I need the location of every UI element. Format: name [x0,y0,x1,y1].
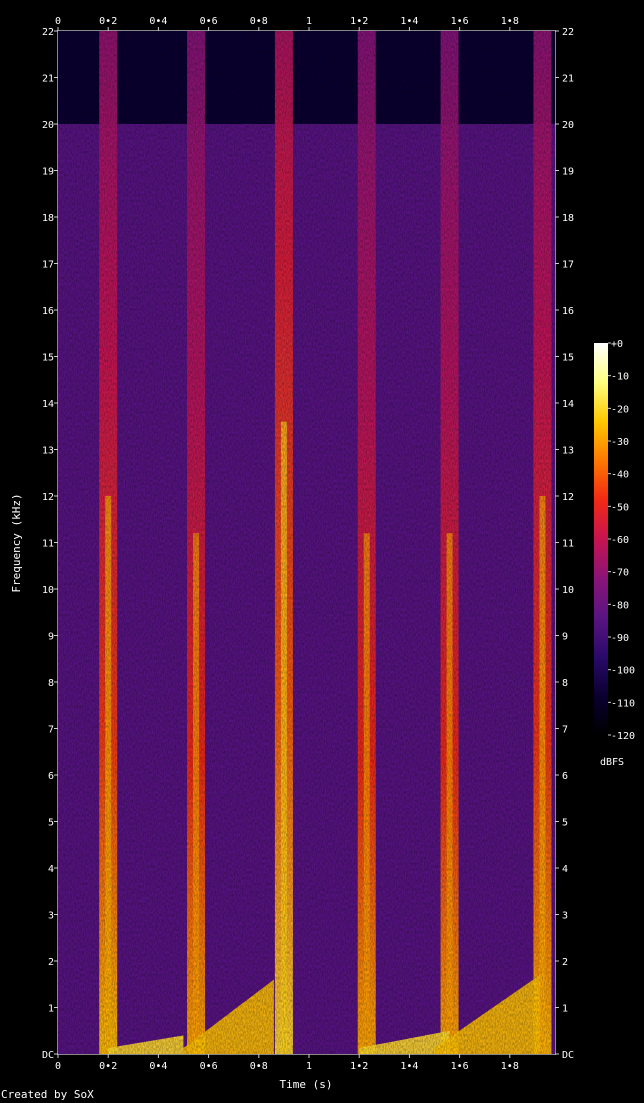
colorbar-tick-label: -60 [611,535,629,546]
x-tick-label: 0 [55,1061,61,1072]
x-tick-label: 0•2 [99,16,117,27]
y-tick-label: 2 [48,957,54,968]
y-tick-label: 17 [562,260,574,271]
y-tick-label: 10 [42,585,54,596]
y-tick-label: 13 [562,446,574,457]
y-tick-label: 22 [42,27,54,38]
y-tick-label: 21 [562,74,574,85]
y-tick-label: 16 [562,306,574,317]
y-tick-label: 12 [562,492,574,503]
y-tick-label: 10 [562,585,574,596]
x-tick-label: 1 [306,16,312,27]
x-tick-label: 0 [55,16,61,27]
colorbar-tick-label: -120 [611,731,635,742]
x-tick-label: 0•2 [99,1061,117,1072]
colorbar-tick-label: -70 [611,568,629,579]
x-tick-label: 1 [306,1061,312,1072]
x-tick-label: 0•4 [149,1061,167,1072]
colorbar-ticks: +0 -10 -20 -30 -40 -50 -60 -70 -80 -90 -100 -110 -12… [608,339,635,742]
colorbar-tick-label: -20 [611,404,629,415]
y-tick-label: 15 [42,353,54,364]
y-tick-label: 11 [42,539,54,550]
y-tick-label: 5 [48,818,54,829]
x-tick-label: 0•8 [250,1061,268,1072]
y-tick-label: 12 [42,492,54,503]
x-tick-label: 1•2 [350,1061,368,1072]
y-tick-label: 21 [42,74,54,85]
y-axis-title: Frequency (kHz) [10,493,23,592]
noise-texture [58,31,555,1054]
y-tick-label: 16 [42,306,54,317]
colorbar-tick-label: +0 [611,339,623,350]
y-tick-label: 17 [42,260,54,271]
x-tick-label: 0•6 [200,16,218,27]
y-tick-label: 18 [562,213,574,224]
y-tick-label: 4 [562,864,568,875]
y-tick-label: 14 [562,399,574,410]
x-tick-label: 1•8 [501,16,519,27]
colorbar-tick-label: -100 [611,666,635,677]
y-tick-label: 11 [562,539,574,550]
x-tick-label: 0•8 [250,16,268,27]
x-tick-label: 1•2 [350,16,368,27]
colorbar [594,343,608,735]
x-tick-label: 1•8 [501,1061,519,1072]
y-tick-label: 20 [562,120,574,131]
y-tick-label: 19 [42,167,54,178]
y-tick-label: 5 [562,818,568,829]
colorbar-tick-label: -50 [611,502,629,513]
y-tick-label: 18 [42,213,54,224]
spectrogram-chart: 000•20•20•40•40•60•60•80•8111•21•21•41•4… [10,16,635,1091]
colorbar-label: dBFS [600,757,624,768]
colorbar-tick-label: -110 [611,698,635,709]
x-tick-label: 0•4 [149,16,167,27]
y-tick-label: 19 [562,167,574,178]
colorbar-tick-label: -40 [611,470,629,481]
y-tick-label: 1 [562,1004,568,1015]
y-tick-label: 1 [48,1004,54,1015]
x-tick-label: 1•4 [400,1061,418,1072]
x-tick-label: 1•4 [400,16,418,27]
y-tick-label: 9 [562,632,568,643]
y-tick-label: 6 [48,771,54,782]
y-tick-label: 6 [562,771,568,782]
y-tick-label: 15 [562,353,574,364]
y-tick-label: 9 [48,632,54,643]
colorbar-tick-label: -80 [611,600,629,611]
x-tick-label: 1•6 [451,16,469,27]
y-tick-label: 13 [42,446,54,457]
y-tick-label: 8 [48,678,54,689]
y-tick-label: 7 [48,725,54,736]
y-tick-label: 3 [48,911,54,922]
colorbar-tick-label: -30 [611,437,629,448]
x-tick-label: 0•6 [200,1061,218,1072]
y-tick-label: 8 [562,678,568,689]
colorbar-tick-label: -90 [611,633,629,644]
x-axis-title: Time (s) [280,1078,333,1091]
y-tick-label: 4 [48,864,54,875]
y-tick-label: 7 [562,725,568,736]
x-tick-label: 1•6 [451,1061,469,1072]
y-tick-label: DC [562,1050,574,1061]
y-tick-label: 22 [562,27,574,38]
y-tick-label: 3 [562,911,568,922]
footer-credit: Created by SoX [1,1088,94,1101]
y-tick-label: DC [42,1050,54,1061]
colorbar-tick-label: -10 [611,372,629,383]
y-tick-label: 20 [42,120,54,131]
y-tick-label: 2 [562,957,568,968]
y-tick-label: 14 [42,399,54,410]
plot-area [58,31,555,1054]
